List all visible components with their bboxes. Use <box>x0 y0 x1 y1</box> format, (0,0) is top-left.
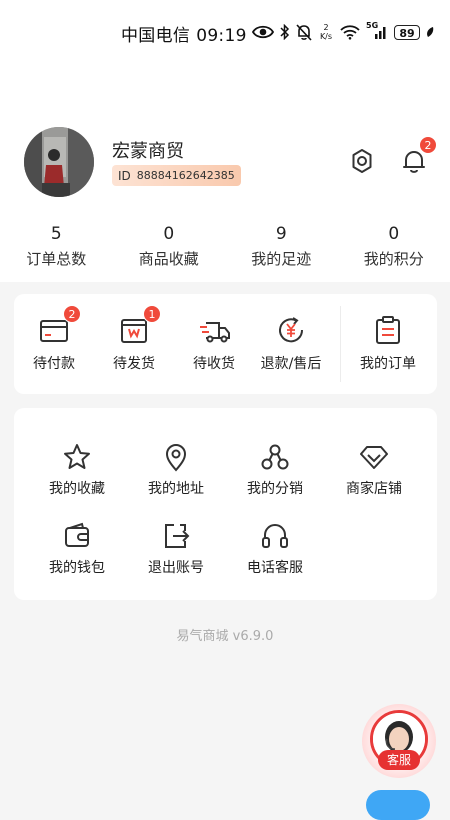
service-label: 我的钱包 <box>27 557 127 577</box>
stat-value: 9 <box>225 222 338 246</box>
delivery-truck-icon <box>198 314 232 346</box>
order-refund[interactable]: 退款/售后 <box>251 314 331 373</box>
stat-label: 我的足迹 <box>225 246 338 272</box>
service-favorites[interactable]: 我的收藏 <box>27 442 127 498</box>
service-distribution[interactable]: 我的分销 <box>225 442 325 498</box>
service-label: 电话客服 <box>225 557 325 577</box>
stats-row: 5订单总数 0商品收藏 9我的足迹 0我的积分 <box>0 222 450 272</box>
notifications-button[interactable]: 2 <box>400 147 428 175</box>
settings-button[interactable] <box>348 147 376 175</box>
order-label: 待付款 <box>14 353 94 373</box>
net-speed-unit: K/s <box>318 32 334 41</box>
stat-value: 0 <box>338 222 450 246</box>
username: 宏蒙商贸 <box>112 137 184 163</box>
stat-value: 0 <box>113 222 226 246</box>
net-speed-value: 2 <box>318 23 334 32</box>
app-version: 易气商城 v6.9.0 <box>0 625 450 644</box>
customer-service-label: 客服 <box>378 750 420 770</box>
clock: 09:19 <box>196 26 247 46</box>
order-badge: 1 <box>143 305 161 323</box>
service-label: 退出账号 <box>126 557 226 577</box>
service-label: 我的分销 <box>225 478 325 498</box>
order-pending-payment[interactable]: 2 待付款 <box>14 314 94 373</box>
service-shop[interactable]: 商家店铺 <box>324 442 424 498</box>
bluetooth-icon <box>280 24 290 40</box>
service-logout[interactable]: 退出账号 <box>126 521 226 577</box>
stat-value: 5 <box>0 222 113 246</box>
net-speed: 2K/s <box>318 23 334 41</box>
notification-badge: 2 <box>419 136 437 154</box>
order-label: 我的订单 <box>348 353 428 373</box>
mute-bell-icon <box>296 24 312 41</box>
stat-favorites[interactable]: 0商品收藏 <box>113 222 226 272</box>
service-address[interactable]: 我的地址 <box>126 442 226 498</box>
status-left: 中国电信 09:19 <box>121 21 247 46</box>
headset-icon <box>260 521 290 551</box>
customer-service-button[interactable]: 客服 <box>362 704 436 778</box>
orders-card: 2 待付款 1 待发货 待收货 退款/售后 我的订单 <box>14 294 437 394</box>
stat-footprints[interactable]: 9我的足迹 <box>225 222 338 272</box>
id-label: ID <box>118 169 131 183</box>
stat-label: 订单总数 <box>0 246 113 272</box>
avatar-photo <box>24 127 94 197</box>
avatar[interactable] <box>24 127 94 197</box>
service-phone-support[interactable]: 电话客服 <box>225 521 325 577</box>
stat-points[interactable]: 0我的积分 <box>338 222 450 272</box>
distribution-network-icon <box>260 442 290 472</box>
star-icon <box>62 442 92 472</box>
eye-icon <box>252 24 274 40</box>
wallet-icon <box>62 521 92 551</box>
battery-indicator: 89 <box>394 25 420 40</box>
wifi-icon <box>340 25 360 40</box>
signal-bars-icon <box>366 24 388 40</box>
gear-icon <box>348 147 376 175</box>
leaf-icon <box>426 26 434 38</box>
service-label: 我的地址 <box>126 478 226 498</box>
orders-divider <box>340 306 341 382</box>
id-value: 88884162642385 <box>137 169 235 182</box>
order-pending-shipment[interactable]: 1 待发货 <box>94 314 174 373</box>
location-pin-icon <box>161 442 191 472</box>
stat-order-total[interactable]: 5订单总数 <box>0 222 113 272</box>
services-card: 我的收藏 我的地址 我的分销 商家店铺 我的钱包 退出账号 电话客服 <box>14 408 437 600</box>
order-label: 待发货 <box>94 353 174 373</box>
order-pending-receipt[interactable]: 待收货 <box>174 314 254 373</box>
stat-label: 商品收藏 <box>113 246 226 272</box>
logout-icon <box>161 521 191 551</box>
cell-signal: 5G <box>366 24 388 40</box>
carrier-label: 中国电信 <box>121 26 190 46</box>
service-label: 我的收藏 <box>27 478 127 498</box>
order-all[interactable]: 我的订单 <box>348 314 428 373</box>
order-badge: 2 <box>63 305 81 323</box>
order-label: 退款/售后 <box>251 353 331 373</box>
refund-yen-icon <box>275 314 307 346</box>
order-clipboard-icon <box>372 314 404 346</box>
diamond-shop-icon <box>359 442 389 472</box>
service-wallet[interactable]: 我的钱包 <box>27 521 127 577</box>
stat-label: 我的积分 <box>338 246 450 272</box>
order-label: 待收货 <box>174 353 254 373</box>
user-id-badge: ID 88884162642385 <box>112 165 241 186</box>
service-label: 商家店铺 <box>324 478 424 498</box>
floating-action-blob[interactable] <box>366 790 430 820</box>
status-icons: 2K/s 5G 89 <box>252 22 434 42</box>
status-bar: 中国电信 09:19 2K/s 5G 89 <box>0 0 450 64</box>
